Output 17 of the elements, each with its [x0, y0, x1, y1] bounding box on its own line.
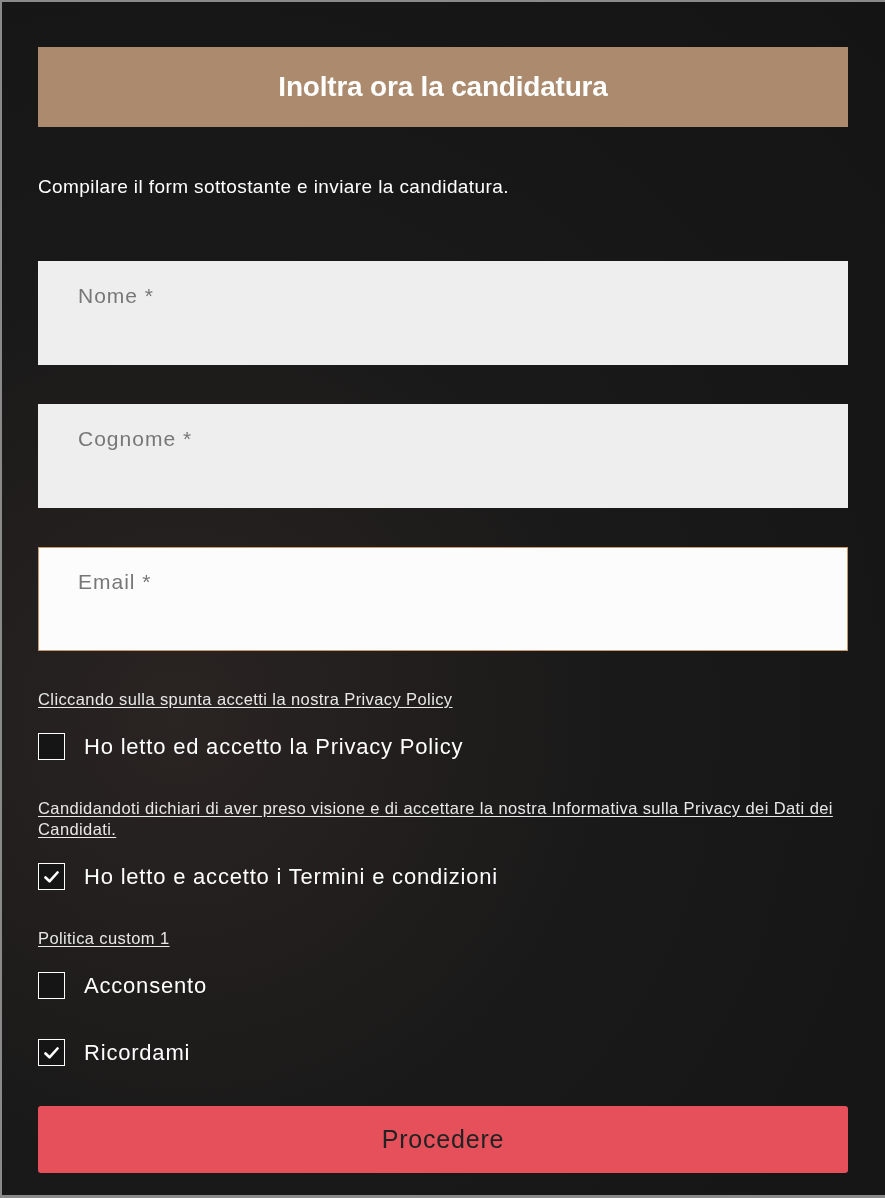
- submit-button[interactable]: Procedere: [38, 1106, 848, 1173]
- checkbox-label: Ho letto e accetto i Termini e condizioni: [84, 863, 498, 890]
- checkbox-label: Ho letto ed accetto la Privacy Policy: [84, 733, 464, 760]
- checkbox-label: Acconsento: [84, 972, 207, 999]
- form-title: Inoltra ora la candidatura: [278, 73, 608, 101]
- checkmark-icon: [44, 870, 59, 883]
- policy-link[interactable]: Cliccando sulla spunta accetti la nostra Privacy Policy: [38, 689, 453, 710]
- checkmark-icon: [44, 1046, 59, 1059]
- checkbox[interactable]: [38, 733, 65, 760]
- checkbox[interactable]: [38, 972, 65, 999]
- input-field[interactable]: Email *: [38, 547, 848, 651]
- intro-text: Compilare il form sottostante e inviare la candidatura.: [38, 176, 509, 198]
- policy-link[interactable]: Candidandoti dichiari di aver preso visione e di accettare la nostra Informativa sulla Privacy dei Dati dei Candidati.: [38, 798, 838, 840]
- policy-link[interactable]: Politica custom 1: [38, 928, 170, 949]
- checkbox[interactable]: [38, 863, 65, 890]
- checkbox[interactable]: [38, 1039, 65, 1066]
- checkbox-label: Ricordami: [84, 1039, 191, 1066]
